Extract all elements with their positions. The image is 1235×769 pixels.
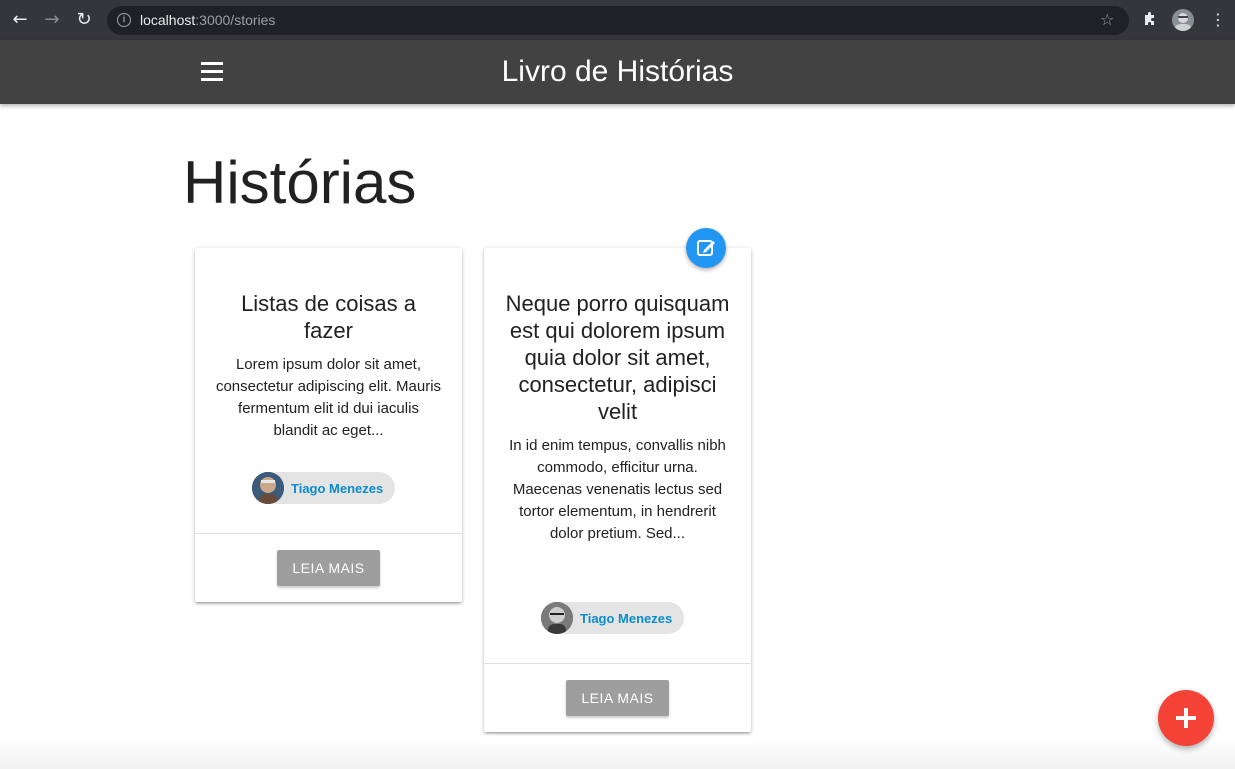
card-title: Listas de coisas a fazer — [241, 291, 416, 343]
add-story-button[interactable] — [1158, 690, 1214, 746]
profile-avatar-icon[interactable] — [1172, 9, 1194, 31]
author-avatar — [541, 602, 573, 634]
card-divider — [195, 533, 462, 534]
author-name: Tiago Menezes — [291, 480, 384, 496]
edit-icon — [697, 240, 715, 256]
url-text: localhost:3000/stories — [140, 12, 276, 28]
page-bottom-shade — [0, 740, 1235, 769]
extensions-puzzle-icon[interactable] — [1142, 11, 1158, 27]
back-arrow-icon[interactable]: ← — [10, 10, 30, 30]
page-title: Histórias — [183, 149, 417, 216]
card-excerpt: In id enim tempus, convallis nibh commod… — [509, 437, 726, 542]
card-divider — [484, 663, 751, 664]
author-chip[interactable]: Tiago Menezes — [252, 472, 396, 504]
read-more-button[interactable]: LEIA MAIS — [277, 550, 380, 586]
edit-story-button[interactable] — [686, 228, 726, 268]
author-name: Tiago Menezes — [580, 610, 673, 626]
hamburger-menu-icon[interactable] — [201, 62, 223, 82]
card-content: Listas de coisas a fazer Lorem ipsum dol… — [195, 248, 462, 442]
reload-icon[interactable]: ↻ — [74, 10, 94, 30]
browser-toolbar: ← → ↻ i localhost:3000/stories ☆ ⋮ — [0, 0, 1235, 40]
read-more-button[interactable]: LEIA MAIS — [566, 680, 669, 716]
forward-arrow-icon[interactable]: → — [42, 10, 62, 30]
browser-menu-icon[interactable]: ⋮ — [1210, 10, 1226, 30]
author-chip[interactable]: Tiago Menezes — [541, 602, 685, 634]
info-icon[interactable]: i — [117, 13, 131, 27]
app-bar: Livro de Histórias — [0, 40, 1235, 104]
story-card: Listas de coisas a fazer Lorem ipsum dol… — [195, 248, 462, 602]
card-excerpt: Lorem ipsum dolor sit amet, consectetur … — [215, 356, 442, 439]
bookmark-star-icon[interactable]: ☆ — [1100, 10, 1114, 29]
author-avatar — [252, 472, 284, 504]
story-card: Neque porro quisquam est qui dolorem ips… — [484, 248, 751, 732]
card-title: Neque porro quisquam est qui dolorem ips… — [505, 291, 730, 424]
card-content: Neque porro quisquam est qui dolorem ips… — [484, 248, 751, 545]
address-bar[interactable]: i localhost:3000/stories ☆ — [107, 6, 1129, 35]
app-title: Livro de Histórias — [501, 55, 734, 88]
